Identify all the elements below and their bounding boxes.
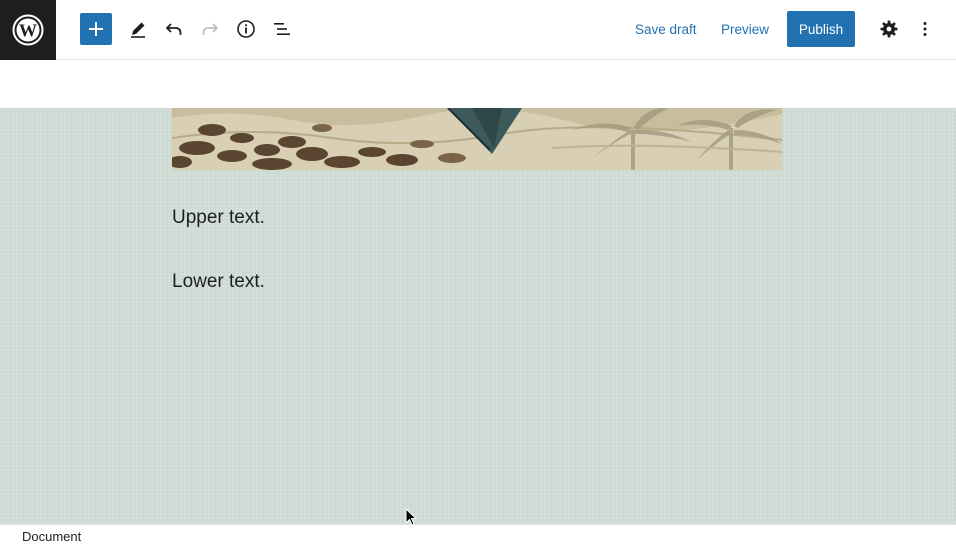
list-view-icon <box>274 23 290 35</box>
editor-footer: Document <box>0 524 956 546</box>
wordpress-icon: W <box>12 14 44 46</box>
more-vertical-icon <box>923 22 927 36</box>
plus-icon <box>89 22 103 36</box>
redo-icon <box>202 23 218 35</box>
publish-button[interactable]: Publish <box>787 11 855 47</box>
paragraph-upper[interactable]: Upper text. <box>172 207 265 229</box>
editor-canvas[interactable]: Upper text. Lower text. <box>0 108 956 524</box>
beach-illustration-image <box>172 108 782 170</box>
mouse-cursor-icon <box>405 508 417 526</box>
info-icon <box>237 20 255 38</box>
details-button[interactable] <box>230 13 262 45</box>
options-button[interactable] <box>909 13 941 45</box>
image-block[interactable] <box>172 108 782 170</box>
tools-button[interactable] <box>122 13 154 45</box>
redo-button[interactable] <box>194 13 226 45</box>
list-view-button[interactable] <box>266 13 298 45</box>
undo-icon <box>166 23 182 35</box>
preview-button[interactable]: Preview <box>721 13 769 45</box>
breadcrumb-document[interactable]: Document <box>22 529 81 544</box>
editor-top-spacer <box>0 61 956 108</box>
wordpress-logo-button[interactable]: W <box>0 0 56 60</box>
editor-header: W Save draft Preview Publish <box>0 0 956 60</box>
paragraph-lower[interactable]: Lower text. <box>172 271 265 293</box>
settings-button[interactable] <box>873 13 905 45</box>
gear-icon <box>880 20 898 38</box>
block-inserter-button[interactable] <box>80 13 112 45</box>
pencil-icon <box>131 22 145 38</box>
save-draft-button[interactable]: Save draft <box>635 13 697 45</box>
svg-text:W: W <box>19 21 37 41</box>
undo-button[interactable] <box>158 13 190 45</box>
